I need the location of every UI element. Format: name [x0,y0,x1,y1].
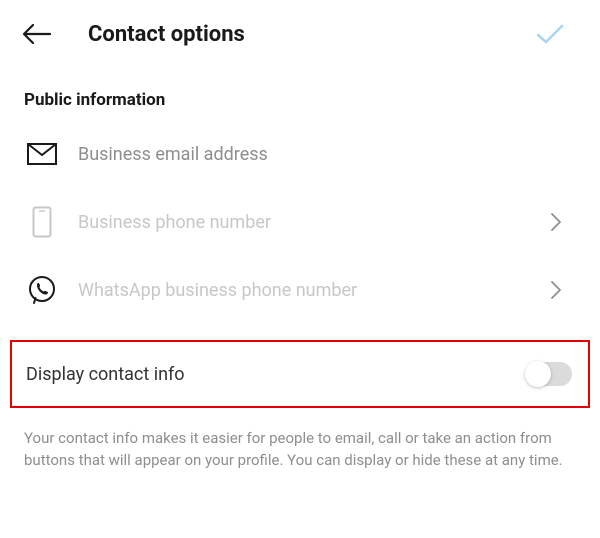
section-title: Public information [0,68,600,120]
page-title: Contact options [88,22,534,47]
option-label: Business email address [78,144,576,165]
option-label: Business phone number [78,212,546,233]
back-button[interactable] [22,20,58,48]
confirm-button[interactable] [534,18,566,50]
chevron-right-icon [546,212,566,232]
footer-description: Your contact info makes it easier for pe… [0,418,600,472]
option-whatsapp[interactable]: WhatsApp business phone number [0,256,600,324]
option-business-email[interactable]: Business email address [0,120,600,188]
whatsapp-icon [24,272,60,308]
phone-icon [24,204,60,240]
option-label: WhatsApp business phone number [78,280,546,301]
option-business-phone[interactable]: Business phone number [0,188,600,256]
chevron-right-icon [546,280,566,300]
toggle-knob [525,361,551,387]
header: Contact options [0,0,600,68]
check-icon [535,23,565,45]
display-contact-info-toggle[interactable] [526,362,572,386]
arrow-left-icon [22,23,52,45]
email-icon [24,136,60,172]
toggle-label: Display contact info [26,364,526,385]
display-contact-info-row: Display contact info [10,340,590,408]
